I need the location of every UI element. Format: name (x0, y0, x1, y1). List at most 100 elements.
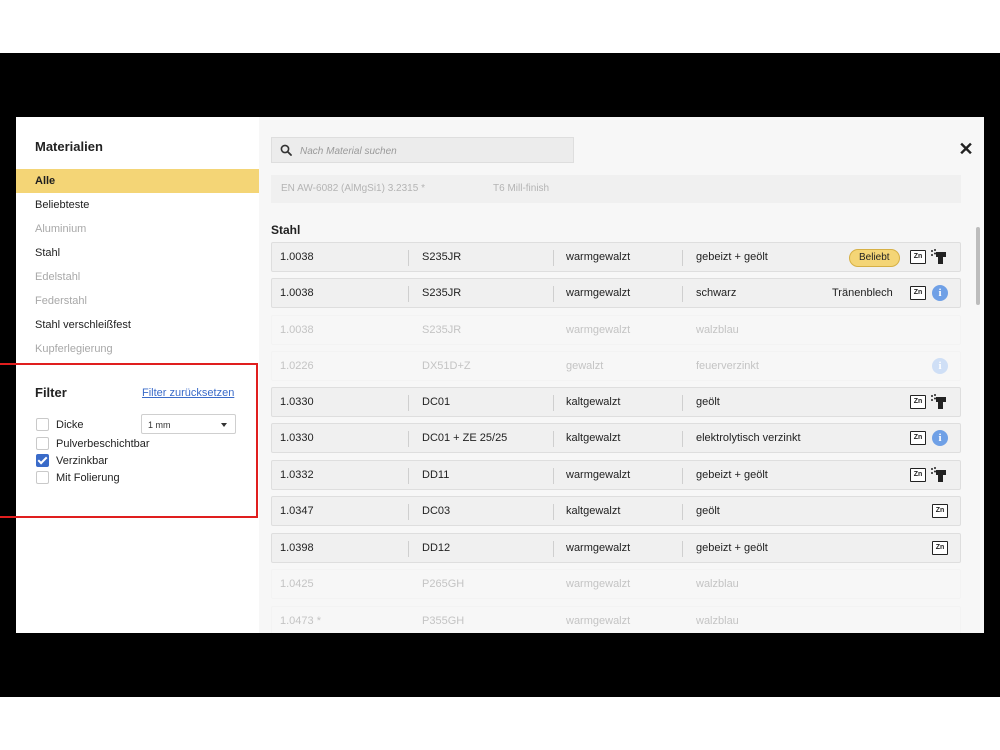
spray-gun-icon (931, 467, 946, 482)
material-process: kaltgewalzt (566, 432, 621, 444)
column-divider (408, 541, 409, 557)
material-process: gewalzt (566, 360, 604, 372)
category-list: Alle Beliebteste Aluminium Stahl Edelstahl Fe… (16, 169, 259, 361)
search-box[interactable] (271, 137, 574, 163)
table-row[interactable]: 1.0398 DD12 warmgewalzt gebeizt + geölt Zn (271, 533, 961, 563)
material-grade: DD12 (422, 542, 451, 554)
material-process: warmgewalzt (566, 324, 631, 336)
scrollbar[interactable] (976, 227, 980, 305)
info-icon[interactable]: i (932, 285, 948, 301)
material-number: 1.0347 (280, 505, 314, 517)
table-row[interactable]: 1.0330 DC01 + ZE 25/25 kaltgewalzt elektrol… (271, 423, 961, 453)
table-row[interactable]: 1.0425 P265GH warmgewalzt walzblau (271, 569, 961, 599)
material-number: 1.0330 (280, 432, 314, 444)
zinc-icon: Zn (910, 395, 926, 409)
spray-gun-icon (931, 394, 946, 409)
column-divider (682, 250, 683, 266)
column-divider (553, 395, 554, 411)
material-surface: geölt (696, 505, 720, 517)
spray-gun-icon (931, 249, 946, 264)
material-grade: DD11 (422, 469, 450, 481)
material-grade: DC01 (422, 396, 451, 408)
column-divider (408, 286, 409, 302)
material-number: 1.0226 (280, 360, 314, 372)
column-divider (682, 395, 683, 411)
material-grade: P355GH (422, 615, 465, 627)
column-divider (408, 468, 409, 484)
info-icon[interactable]: i (932, 358, 948, 374)
material-number: 1.0038 (280, 287, 314, 299)
material-grade: S235JR (422, 251, 462, 263)
material-surface: schwarz (696, 287, 737, 299)
sidebar-item-federstahl[interactable]: Federstahl (16, 289, 259, 313)
column-divider (553, 504, 554, 520)
material-process: warmgewalzt (566, 287, 631, 299)
material-name: EN AW-6082 (AlMgSi1) 3.2315 * (281, 183, 425, 194)
column-divider (553, 431, 554, 447)
search-input[interactable] (298, 141, 572, 161)
material-grade: DX51D+Z (422, 360, 471, 372)
column-divider (408, 504, 409, 520)
table-row[interactable]: 1.0330 DC01 kaltgewalzt geölt Zn (271, 387, 961, 417)
annotation-highlight (0, 363, 258, 518)
close-icon[interactable]: ✕ (958, 140, 974, 158)
material-process: kaltgewalzt (566, 505, 621, 517)
sidebar-item-aluminium[interactable]: Aluminium (16, 217, 259, 241)
table-row[interactable]: 1.0347 DC03 kaltgewalzt geölt Zn (271, 496, 961, 526)
material-surface: gebeizt + geölt (696, 469, 768, 481)
table-row[interactable]: 1.0038 S235JR warmgewalzt schwarz Tränenblec… (271, 278, 961, 308)
material-grade: S235JR (422, 287, 462, 299)
column-divider (682, 504, 683, 520)
column-divider (408, 431, 409, 447)
column-divider (553, 286, 554, 302)
material-process: warmgewalzt (566, 469, 631, 481)
material-number: 1.0330 (280, 396, 314, 408)
material-surface: feuerverzinkt (696, 360, 759, 372)
search-icon (280, 144, 292, 156)
material-number: 1.0398 (280, 542, 314, 554)
material-surface: geölt (696, 396, 720, 408)
sidebar-item-stahl[interactable]: Stahl (16, 241, 259, 265)
material-grade: P265GH (422, 578, 465, 590)
table-row[interactable]: 1.0473 * P355GH warmgewalzt walzblau (271, 606, 961, 633)
column-divider (682, 431, 683, 447)
sidebar-item-edelstahl[interactable]: Edelstahl (16, 265, 259, 289)
material-number: 1.0473 * (280, 615, 321, 627)
variant-note: Tränenblech (832, 287, 893, 299)
material-grade: S235JR (422, 324, 462, 336)
material-process: warmgewalzt (566, 542, 631, 554)
table-row[interactable]: 1.0332 DD11 warmgewalzt gebeizt + geölt Zn (271, 460, 961, 490)
sidebar-item-kupferlegierung[interactable]: Kupferlegierung (16, 337, 259, 361)
material-surface: walzblau (696, 578, 739, 590)
zinc-icon: Zn (910, 468, 926, 482)
table-row[interactable]: 1.0226 DX51D+Z gewalzt feuerverzinkt i (271, 351, 961, 381)
zinc-icon: Zn (910, 286, 926, 300)
column-divider (682, 286, 683, 302)
column-divider (553, 541, 554, 557)
zinc-icon: Zn (932, 541, 948, 555)
sidebar-item-stahl-verschlei-fest[interactable]: Stahl verschleißfest (16, 313, 259, 337)
material-surface: elektrolytisch verzinkt (696, 432, 801, 444)
zinc-icon: Zn (910, 250, 926, 264)
table-row[interactable]: EN AW-6082 (AlMgSi1) 3.2315 * T6 Mill-fi… (271, 175, 961, 203)
sidebar-item-alle[interactable]: Alle (16, 169, 259, 193)
column-divider (682, 468, 683, 484)
info-icon[interactable]: i (932, 430, 948, 446)
column-divider (553, 468, 554, 484)
material-surface: gebeizt + geölt (696, 251, 768, 263)
zinc-icon: Zn (932, 504, 948, 518)
material-surface: walzblau (696, 615, 739, 627)
material-process: kaltgewalzt (566, 396, 621, 408)
material-process: warmgewalzt (566, 615, 631, 627)
material-number: 1.0038 (280, 251, 314, 263)
material-grade: DC01 + ZE 25/25 (422, 432, 508, 444)
sidebar-item-beliebteste[interactable]: Beliebteste (16, 193, 259, 217)
column-divider (553, 250, 554, 266)
table-row[interactable]: 1.0038 S235JR warmgewalzt walzblau (271, 315, 961, 345)
material-number: 1.0332 (280, 469, 314, 481)
section-title: Stahl (271, 223, 301, 237)
column-divider (682, 541, 683, 557)
column-divider (408, 250, 409, 266)
zinc-icon: Zn (910, 431, 926, 445)
table-row[interactable]: 1.0038 S235JR warmgewalzt gebeizt + geölt Be… (271, 242, 961, 272)
